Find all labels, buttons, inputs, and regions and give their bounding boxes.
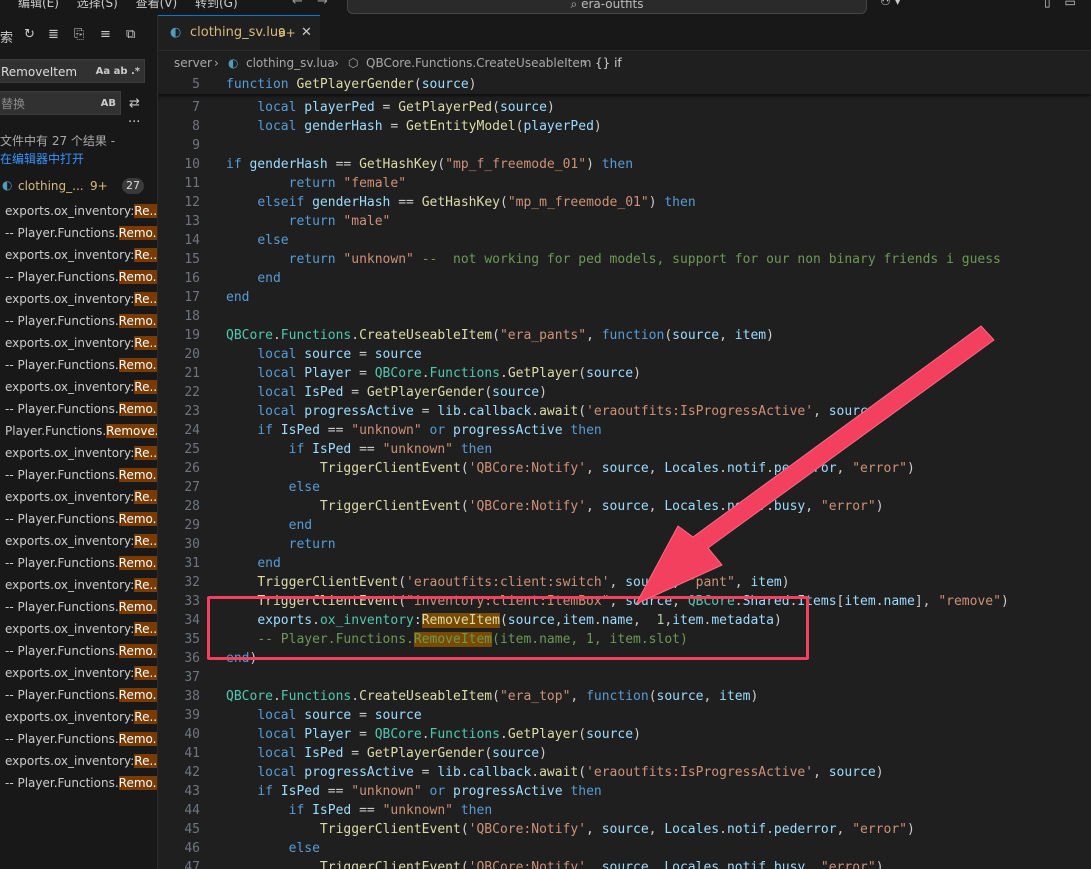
code-token: (	[413, 77, 422, 92]
code-token: )	[468, 77, 477, 92]
code-token: source	[421, 77, 469, 92]
code-token: GetPlayerGender	[296, 77, 414, 92]
line-number: 5	[192, 77, 200, 92]
code-text: function GetPlayerGender(source)	[226, 75, 476, 94]
code-token: function	[226, 77, 297, 92]
annotation-arrow-icon	[635, 325, 995, 605]
sticky-scroll-line[interactable]: 5 function GetPlayerGender(source)	[158, 75, 1091, 94]
